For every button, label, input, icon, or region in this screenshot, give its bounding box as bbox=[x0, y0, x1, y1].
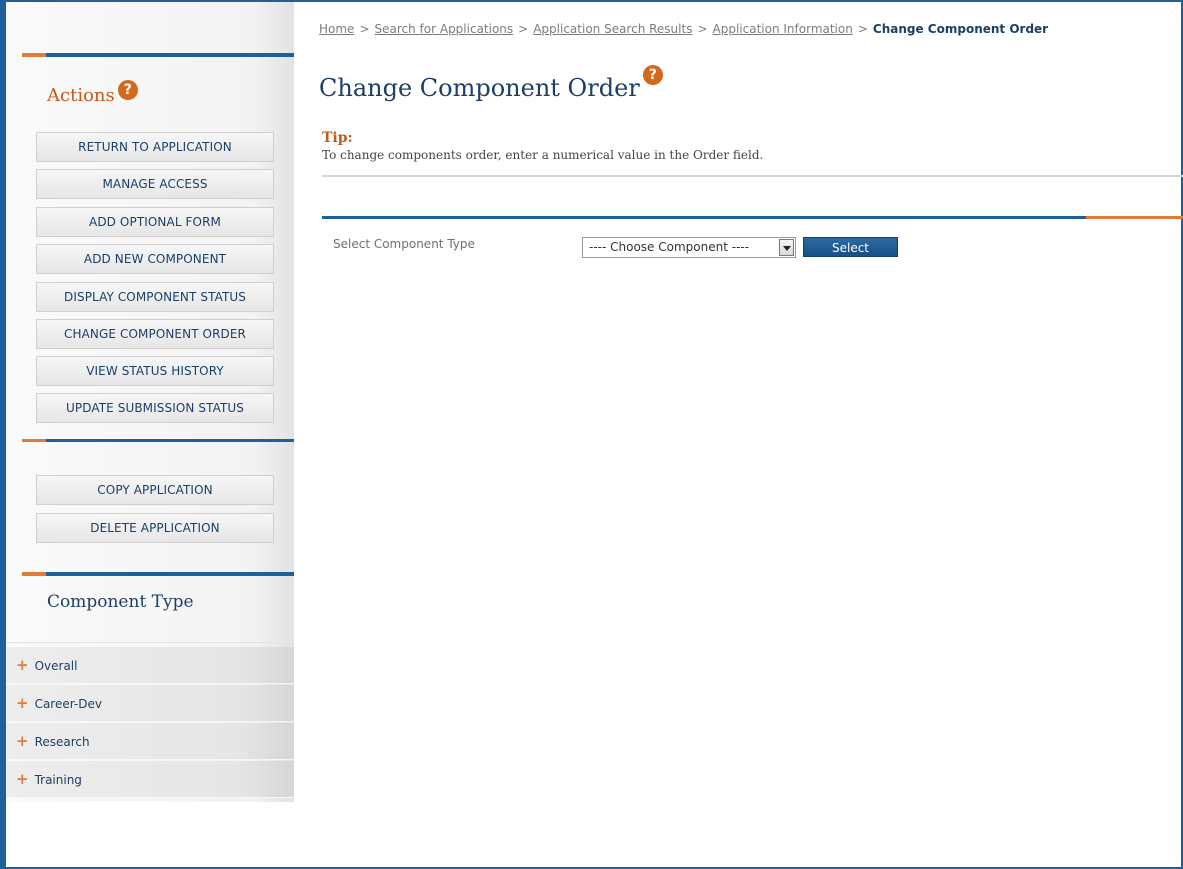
breadcrumb-results-link[interactable]: Application Search Results bbox=[533, 22, 692, 36]
sidebar-middle-bar-accent bbox=[22, 439, 46, 442]
update-submission-status-button[interactable]: UPDATE SUBMISSION STATUS bbox=[36, 393, 274, 423]
component-tree-label: Training bbox=[34, 773, 82, 787]
plus-icon[interactable]: + bbox=[16, 656, 29, 674]
add-new-component-button[interactable]: ADD NEW COMPONENT bbox=[36, 244, 274, 274]
page-title-text: Change Component Order bbox=[319, 74, 640, 102]
form-header-bar-accent bbox=[1086, 216, 1183, 219]
add-optional-form-button[interactable]: ADD OPTIONAL FORM bbox=[36, 207, 274, 237]
view-status-history-button[interactable]: VIEW STATUS HISTORY bbox=[36, 356, 274, 386]
actions-heading: Actions? bbox=[47, 80, 138, 106]
plus-icon[interactable]: + bbox=[16, 732, 29, 750]
component-type-divider bbox=[6, 642, 294, 643]
sidebar-component-bar-accent bbox=[22, 572, 46, 576]
breadcrumb-search-link[interactable]: Search for Applications bbox=[375, 22, 514, 36]
component-tree-label: Overall bbox=[34, 659, 78, 673]
sidebar-top-bar bbox=[22, 53, 294, 57]
component-type-select[interactable]: ---- Choose Component ---- bbox=[582, 237, 796, 258]
breadcrumb-separator: > bbox=[518, 22, 529, 36]
sidebar-middle-bar bbox=[22, 439, 294, 442]
breadcrumb-separator: > bbox=[359, 22, 370, 36]
return-to-application-button[interactable]: RETURN TO APPLICATION bbox=[36, 132, 274, 162]
breadcrumb-separator: > bbox=[697, 22, 708, 36]
display-component-status-button[interactable]: DISPLAY COMPONENT STATUS bbox=[36, 282, 274, 312]
actions-heading-text: Actions bbox=[47, 85, 115, 106]
question-icon[interactable]: ? bbox=[117, 80, 138, 100]
question-icon[interactable]: ? bbox=[642, 65, 663, 85]
sidebar-top-bar-accent bbox=[22, 53, 46, 57]
breadcrumb-separator: > bbox=[857, 22, 868, 36]
change-component-order-button[interactable]: CHANGE COMPONENT ORDER bbox=[36, 319, 274, 349]
breadcrumb-current: Change Component Order bbox=[872, 22, 1049, 36]
select-button[interactable]: Select bbox=[803, 237, 898, 257]
component-tree-item-training[interactable]: + Training bbox=[6, 761, 294, 798]
component-type-heading: Component Type bbox=[47, 592, 194, 612]
plus-icon[interactable]: + bbox=[16, 770, 29, 788]
component-tree-item-research[interactable]: + Research bbox=[6, 723, 294, 760]
breadcrumb-home-link[interactable]: Home bbox=[319, 22, 354, 36]
component-tree-item-career-dev[interactable]: + Career-Dev bbox=[6, 685, 294, 722]
tip-divider bbox=[322, 175, 1183, 177]
page-title: Change Component Order? bbox=[319, 65, 663, 102]
manage-access-button[interactable]: MANAGE ACCESS bbox=[36, 169, 274, 199]
app-frame: Actions? RETURN TO APPLICATION MANAGE AC… bbox=[0, 0, 1183, 869]
sidebar-component-bar bbox=[22, 572, 294, 576]
plus-icon[interactable]: + bbox=[16, 694, 29, 712]
form-header-bar bbox=[322, 216, 1183, 219]
component-tree-label: Career-Dev bbox=[34, 697, 102, 711]
component-type-select-value: ---- Choose Component ---- bbox=[589, 240, 750, 254]
breadcrumb-app-info-link[interactable]: Application Information bbox=[713, 22, 853, 36]
component-tree-label: Research bbox=[34, 735, 90, 749]
copy-application-button[interactable]: COPY APPLICATION bbox=[36, 475, 274, 505]
component-tree-item-overall[interactable]: + Overall bbox=[6, 647, 294, 684]
chevron-down-icon[interactable] bbox=[779, 239, 794, 256]
sidebar: Actions? RETURN TO APPLICATION MANAGE AC… bbox=[6, 2, 294, 802]
tip-label: Tip: bbox=[322, 130, 353, 146]
component-type-label: Select Component Type bbox=[333, 237, 475, 251]
breadcrumb: Home > Search for Applications > Application… bbox=[319, 22, 1048, 36]
delete-application-button[interactable]: DELETE APPLICATION bbox=[36, 513, 274, 543]
tip-text: To change components order, enter a nume… bbox=[322, 148, 764, 162]
